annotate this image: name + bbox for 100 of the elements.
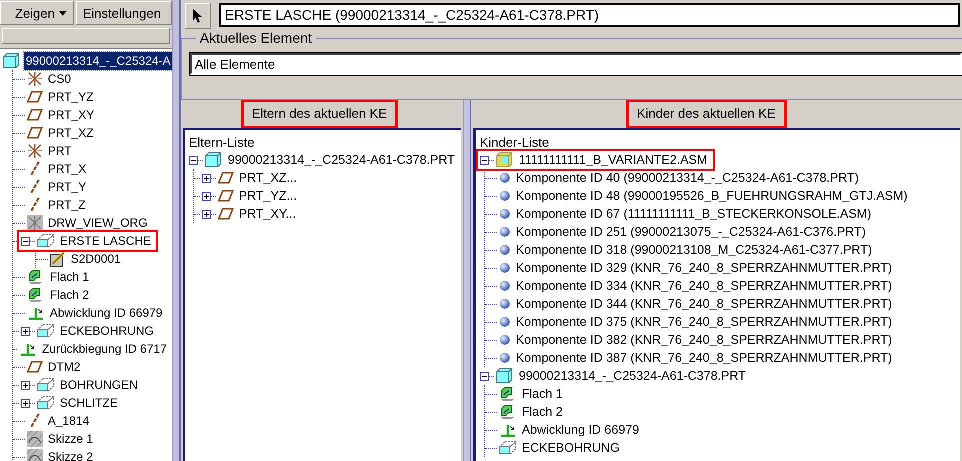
sphere-icon	[499, 334, 511, 346]
tree-item[interactable]: ECKEBOHRUNG	[520, 439, 622, 457]
tree-item[interactable]: PRT	[46, 142, 74, 160]
sphere-icon	[499, 190, 511, 202]
expand-toggle[interactable]	[202, 174, 211, 182]
tree-item[interactable]: Komponente ID 329 (KNR_76_240_8_SPERRZAHNMUTTER.PRT)	[514, 259, 894, 277]
sphere-icon	[499, 208, 511, 220]
sphere-icon	[499, 226, 511, 238]
tree-item[interactable]: Komponente ID 40 (99000213314_-_C25324-A61-C378.PRT)	[514, 169, 862, 187]
tree-item[interactable]: PRT_XY...	[237, 205, 298, 223]
plane-icon	[27, 107, 43, 123]
tree-item[interactable]: Abwicklung ID 66979	[48, 304, 165, 322]
tree-item[interactable]: PRT_Y	[46, 178, 88, 196]
expand-toggle[interactable]	[21, 326, 30, 336]
tree-item[interactable]: Skizze 2	[46, 448, 96, 461]
collapse-toggle[interactable]	[480, 156, 489, 164]
coordinate-system-icon	[27, 71, 43, 87]
sphere-icon	[499, 280, 511, 292]
group-title: Aktuelles Element	[196, 30, 316, 46]
box-icon	[37, 323, 55, 339]
tree-item[interactable]: Zurückbiegung ID 6717	[40, 340, 169, 358]
sphere-icon	[499, 352, 511, 364]
surface-icon	[499, 386, 517, 402]
toolbar-button[interactable]: Einstellungen	[76, 1, 172, 25]
pick-button[interactable]	[185, 3, 211, 29]
box-icon	[37, 395, 55, 411]
tree-item[interactable]: Flach 2	[520, 403, 565, 421]
sphere-icon	[499, 316, 511, 328]
splitter[interactable]	[463, 100, 471, 461]
tree-item[interactable]: PRT_XZ	[46, 124, 96, 142]
tree-item[interactable]: 99000213314_-_C25324-A61-C378.PRT	[517, 367, 748, 385]
tree-item[interactable]: CS0	[46, 70, 74, 88]
tree-item[interactable]: DRW_VIEW_ORG	[46, 214, 150, 232]
tree-item[interactable]: Komponente ID 48 (99000195526_B_FUEHRUNGSRAHM_GTJ.ASM)	[514, 187, 910, 205]
tree-item[interactable]: Skizze 1	[46, 430, 96, 448]
tree-item[interactable]: Komponente ID 344 (KNR_76_240_8_SPERRZAHNMUTTER.PRT)	[514, 295, 894, 313]
pencil-icon	[50, 251, 66, 267]
tree-item[interactable]: Flach 1	[48, 268, 92, 286]
surface-icon	[499, 404, 517, 420]
caret-icon	[59, 10, 67, 16]
selection-field[interactable]: ERSTE LASCHE (99000213314_-_C25324-A61-C378.PRT)	[219, 3, 960, 27]
tree-item[interactable]: DTM2	[46, 358, 83, 376]
tree-item[interactable]: Komponente ID 334 (KNR_76_240_8_SPERRZAHNMUTTER.PRT)	[514, 277, 894, 295]
tree-item[interactable]: PRT_XZ...	[237, 169, 300, 187]
sphere-icon	[499, 172, 511, 184]
list-title: Eltern-Liste	[189, 135, 256, 151]
tree-item[interactable]: Flach 2	[48, 286, 92, 304]
plane-icon	[27, 89, 43, 105]
tree-item[interactable]: PRT_Z	[46, 196, 88, 214]
tree-item[interactable]: 99000213314_-_C25324-A	[24, 52, 172, 70]
plane-icon	[218, 188, 234, 204]
tree-item[interactable]: Komponente ID 387 (KNR_76_240_8_SPERRZAHNMUTTER.PRT)	[514, 349, 894, 367]
tree-item[interactable]: Abwicklung ID 66979	[520, 421, 642, 439]
tree-item[interactable]: Komponente ID 67 (11111111111_B_STECKERKONSOLE.ASM)	[514, 205, 874, 223]
plane-icon	[27, 125, 43, 141]
tree-item[interactable]: PRT_YZ	[46, 88, 96, 106]
tree-item[interactable]: PRT_YZ...	[237, 187, 300, 205]
sphere-icon	[499, 244, 511, 256]
tree-item[interactable]: ERSTE LASCHE	[58, 232, 154, 250]
plane-icon	[218, 170, 234, 186]
tree-item[interactable]: PRT_XY	[46, 106, 96, 124]
tree-item[interactable]: Komponente ID 375 (KNR_76_240_8_SPERRZAHNMUTTER.PRT)	[514, 313, 894, 331]
tree-item[interactable]: PRT_X	[46, 160, 88, 178]
flange-icon	[27, 305, 45, 321]
tree-item[interactable]: ECKEBOHRUNG	[58, 322, 156, 340]
menu-button[interactable]: Zeigen	[0, 1, 74, 25]
tree-item[interactable]: 99000213314_-_C25324-A61-C378.PRT	[226, 151, 458, 169]
collapse-toggle[interactable]	[189, 156, 198, 164]
assembly-cube-icon	[496, 152, 514, 168]
list-title: Kinder-Liste	[480, 135, 550, 151]
expand-toggle[interactable]	[21, 380, 30, 390]
plane-icon	[218, 206, 234, 222]
tree-item[interactable]: Komponente ID 382 (KNR_76_240_8_SPERRZAHNMUTTER.PRT)	[514, 331, 894, 349]
surface-icon	[27, 269, 45, 285]
tree-item[interactable]: SCHLITZE	[58, 394, 120, 412]
collapse-toggle[interactable]	[480, 372, 489, 380]
box-icon	[499, 440, 517, 456]
box-icon	[37, 377, 55, 393]
plane-icon	[27, 359, 43, 375]
hatched-square-icon	[27, 431, 43, 447]
tree-item[interactable]: 11111111111_B_VARIANTE2.ASM	[517, 151, 710, 169]
surface-icon	[27, 287, 45, 303]
pointer-icon	[192, 8, 204, 24]
cube-icon	[205, 152, 223, 168]
tree-item[interactable]: A_1814	[46, 412, 92, 430]
tree-item[interactable]: BOHRUNGEN	[58, 376, 140, 394]
expand-toggle[interactable]	[202, 192, 211, 200]
flange-icon	[499, 422, 517, 438]
expand-toggle[interactable]	[202, 210, 211, 218]
hatched-cross-icon	[27, 215, 43, 231]
expand-toggle[interactable]	[21, 398, 30, 408]
tree-item[interactable]: Komponente ID 318 (99000213108_M_C25324-A61-C377.PRT)	[514, 241, 874, 259]
sphere-icon	[499, 298, 511, 310]
sphere-icon	[499, 262, 511, 274]
tree-item[interactable]: Komponente ID 251 (99000213075_-_C25324-A61-C376.PRT)	[514, 223, 868, 241]
box-icon	[37, 233, 55, 249]
tree-item[interactable]: S2D0001	[69, 250, 124, 268]
element-dropdown[interactable]: Alle Elemente	[190, 53, 962, 75]
collapse-toggle[interactable]	[21, 236, 30, 246]
tree-item[interactable]: Flach 1	[520, 385, 565, 403]
